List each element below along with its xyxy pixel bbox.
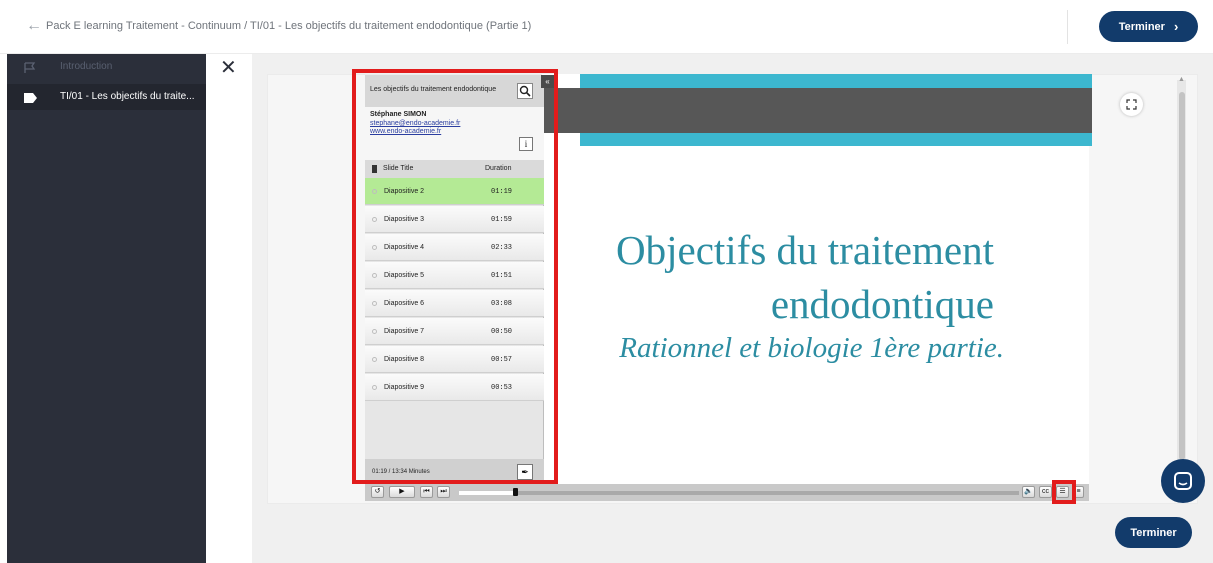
sidebar-item-label: Introduction [60,61,113,72]
volume-icon[interactable]: 🔈 [1022,486,1035,498]
close-icon[interactable]: ✕ [220,58,237,78]
tag-icon [24,91,37,103]
chevron-right-icon: › [1173,19,1179,34]
sidebar: Introduction TI/01 - Les objectifs du tr… [7,54,206,563]
sidebar-item-introduction[interactable]: Introduction [7,54,206,80]
replay-icon[interactable]: ↺ [371,486,384,498]
finish-button-top[interactable]: Terminer › [1099,11,1198,42]
slide-title-line2: endodontique [770,281,994,327]
slide-canvas: Objectifs du traitement endodontique Rat… [542,74,1092,484]
slide-subtitle: Rationnel et biologie 1ère partie. [619,332,1004,364]
next-icon[interactable]: ⏭ [437,486,450,498]
captions-icon[interactable]: cc [1039,486,1052,498]
chat-icon [1174,472,1192,490]
play-icon[interactable]: ▶ [389,486,415,498]
sidebar-item-ti01[interactable]: TI/01 - Les objectifs du traite... [7,84,206,110]
breadcrumb: Pack E learning Traitement - Continuum /… [46,20,532,32]
finish-label: Terminer [1118,20,1165,33]
highlight-box-toggle-button [1052,480,1076,504]
flag-icon [24,61,37,73]
slide-band-dark [542,88,1092,133]
finish-button-bottom[interactable]: Terminer [1115,517,1192,548]
back-arrow-icon[interactable]: ← [26,17,42,35]
previous-icon[interactable]: ⏮ [420,486,433,498]
top-bar: ← Pack E learning Traitement - Continuum… [0,0,1213,54]
highlight-box-slide-list [352,69,558,484]
chat-button[interactable] [1161,459,1205,503]
divider [1067,10,1068,44]
scroll-up-icon[interactable]: ▲ [1178,76,1185,83]
seek-bar[interactable] [459,491,1019,495]
slide-title-line1: Objectifs du traitement [616,227,994,273]
scrollbar-thumb[interactable] [1179,92,1185,460]
fullscreen-button[interactable] [1120,93,1143,116]
finish-label: Terminer [1130,526,1177,539]
sidebar-item-label: TI/01 - Les objectifs du traite... [60,91,195,102]
seek-progress [459,491,515,495]
fullscreen-icon [1126,99,1137,110]
seek-handle[interactable] [513,488,518,496]
player-controls: ↺ ▶ ⏮ ⏭ 🔈 cc ☰ ≡ [365,484,1089,501]
